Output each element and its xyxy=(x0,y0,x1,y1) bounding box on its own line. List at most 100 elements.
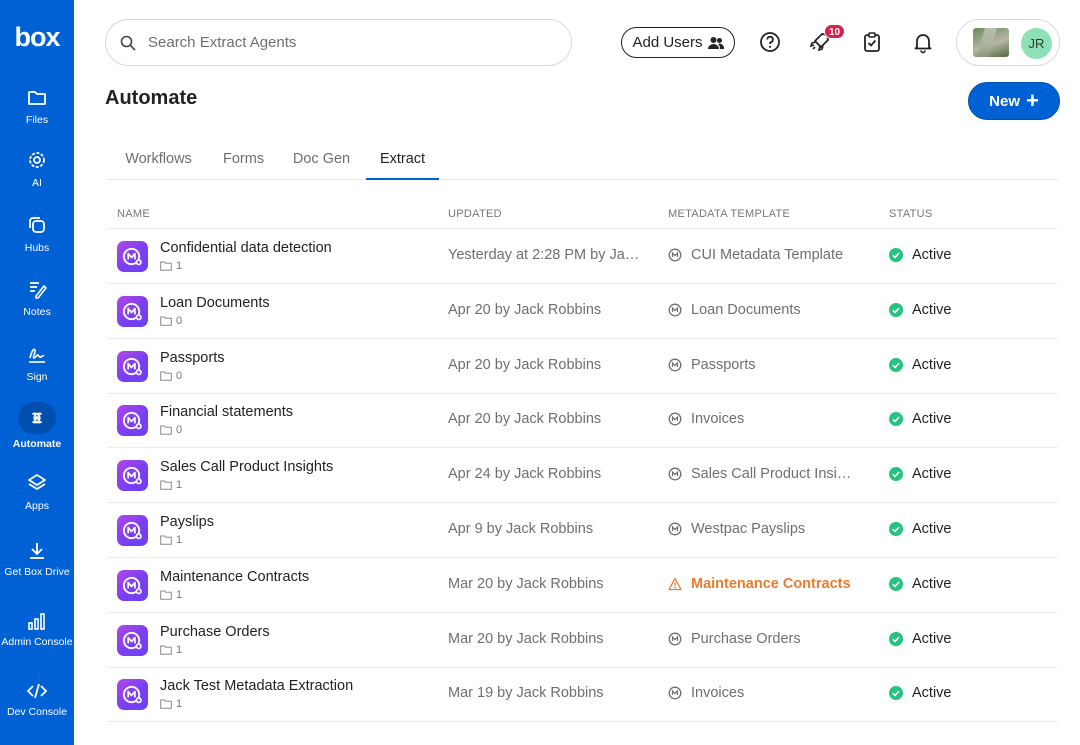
column-header-status[interactable]: STATUS xyxy=(889,208,933,220)
extract-agent-icon-tile xyxy=(117,515,148,546)
extract-agent-icon-tile xyxy=(117,624,148,656)
folder-icon xyxy=(160,480,172,490)
metadata-template[interactable]: Maintenance Contracts xyxy=(668,576,851,592)
apps-icon xyxy=(28,474,46,490)
add-users-label: Add Users xyxy=(632,34,703,51)
metadata-template: Passports xyxy=(668,357,755,373)
sidebar-item-automate[interactable]: Automate xyxy=(0,402,74,451)
metadata-template-name: Loan Documents xyxy=(691,301,801,318)
help-icon[interactable] xyxy=(758,30,782,54)
updated-text: Mar 20 by Jack Robbins xyxy=(448,575,604,592)
sidebar-item-label: AI xyxy=(32,177,42,189)
table-row[interactable]: Sales Call Product Insights 1 Apr 24 by Ja… xyxy=(107,448,1058,504)
add-users-button[interactable]: Add Users xyxy=(621,27,735,58)
tab-doc-gen[interactable]: Doc Gen xyxy=(292,140,351,180)
sidebar-item-sign[interactable]: Sign xyxy=(0,343,74,384)
extract-agent-icon-tile xyxy=(117,460,148,492)
sidebar-item-notes[interactable]: Notes xyxy=(0,278,74,319)
metadata-template-icon xyxy=(668,467,682,481)
sidebar-item-ai[interactable]: AI xyxy=(0,149,74,190)
folder-icon xyxy=(160,535,172,545)
agent-name[interactable]: Sales Call Product Insights xyxy=(160,459,333,475)
folder-icon xyxy=(160,261,172,271)
metadata-template-name: Invoices xyxy=(691,411,745,428)
table-row[interactable]: Purchase Orders 1 Mar 20 by Jack Robbins Pu… xyxy=(107,613,1058,668)
agent-name[interactable]: Confidential data detection xyxy=(160,240,332,256)
folder-count: 1 xyxy=(160,479,182,491)
metadata-template-name: CUI Metadata Template xyxy=(691,247,844,263)
search-input[interactable] xyxy=(148,34,528,51)
metadata-template-icon xyxy=(668,358,682,372)
agent-name[interactable]: Passports xyxy=(160,350,224,366)
metadata-template-icon xyxy=(668,412,682,426)
sidebar-item-label: Dev Console xyxy=(6,706,68,718)
sidebar-item-label: Files xyxy=(25,114,49,126)
table-row[interactable]: Confidential data detection 1 Yesterday at… xyxy=(107,229,1058,284)
agent-name[interactable]: Jack Test Metadata Extraction xyxy=(160,678,353,694)
tab-workflows[interactable]: Workflows xyxy=(122,140,195,180)
folder-count: 1 xyxy=(160,644,182,656)
folder-icon xyxy=(160,316,172,326)
extract-agent-icon xyxy=(122,247,142,266)
folder-count-value: 0 xyxy=(176,314,183,327)
sidebar-item-get-box-drive[interactable]: Get Box Drive xyxy=(0,540,74,579)
agent-name[interactable]: Payslips xyxy=(160,514,214,530)
sidebar-item-admin-console[interactable]: Admin Console xyxy=(0,610,74,649)
column-header-metadata-template[interactable]: METADATA TEMPLATE xyxy=(668,208,790,220)
extract-agent-icon xyxy=(122,467,142,485)
table-row[interactable]: Passports 0 Apr 20 by Jack Robbins Passport… xyxy=(107,339,1058,394)
table-row[interactable]: Financial statements 0 Apr 20 by Jack Robb… xyxy=(107,393,1058,449)
warning-icon xyxy=(668,577,682,590)
sidebar-item-files[interactable]: Files xyxy=(0,86,74,127)
folder-count: 1 xyxy=(160,698,182,710)
extract-agent-icon xyxy=(122,576,142,595)
plus-icon: + xyxy=(1025,88,1039,113)
sidebar-item-label: Hubs xyxy=(24,242,50,254)
metadata-template: Sales Call Product Insights xyxy=(668,466,859,482)
extract-agent-icon-tile xyxy=(117,679,148,711)
new-button[interactable]: New + xyxy=(968,82,1060,120)
table-row[interactable]: Loan Documents 0 Apr 20 by Jack Robbins Loa… xyxy=(107,284,1058,339)
tab-bar: Workflows Forms Doc Gen Extract xyxy=(107,140,1058,180)
updated-text: Apr 20 by Jack Robbins xyxy=(448,411,602,428)
agent-name[interactable]: Purchase Orders xyxy=(160,624,270,640)
box-logo[interactable]: box xyxy=(0,22,74,53)
account-menu[interactable]: JR xyxy=(956,19,1060,66)
sidebar-item-label: Get Box Drive xyxy=(4,566,70,578)
status-label: Active xyxy=(912,575,952,592)
agent-name[interactable]: Maintenance Contracts xyxy=(160,569,309,585)
updated-text: Mar 19 by Jack Robbins xyxy=(448,685,604,702)
search-bar[interactable] xyxy=(105,19,572,66)
metadata-template-icon xyxy=(668,686,682,700)
active-check-icon xyxy=(889,302,903,317)
table-row[interactable]: Jack Test Metadata Extraction 1 Mar 19 by … xyxy=(107,667,1058,723)
folder-count-value: 1 xyxy=(176,643,183,656)
tab-extract[interactable]: Extract xyxy=(366,140,439,180)
active-check-icon xyxy=(889,631,903,646)
tab-forms[interactable]: Forms xyxy=(223,140,264,180)
metadata-template: CUI Metadata Template xyxy=(668,247,843,263)
folder-count: 0 xyxy=(160,424,182,436)
table-row[interactable]: Payslips 1 Apr 9 by Jack Robbins Westpac Pa… xyxy=(107,503,1058,558)
agent-name[interactable]: Financial statements xyxy=(160,404,293,420)
table-row[interactable]: Maintenance Contracts 1 Mar 20 by Jack Rob… xyxy=(107,558,1058,613)
column-header-updated[interactable]: UPDATED xyxy=(448,208,502,220)
active-check-icon xyxy=(889,357,903,372)
sidebar-item-apps[interactable]: Apps xyxy=(0,472,74,513)
folder-count-value: 0 xyxy=(176,369,183,382)
bell-icon[interactable] xyxy=(911,30,935,54)
folder-icon xyxy=(160,590,172,600)
tasks-clipboard-icon[interactable] xyxy=(860,30,884,54)
extract-agent-icon-tile xyxy=(117,569,148,601)
folder-count-value: 1 xyxy=(176,588,183,601)
column-header-name[interactable]: NAME xyxy=(117,208,150,220)
folder-icon xyxy=(160,645,172,655)
sidebar-item-dev-console[interactable]: Dev Console xyxy=(0,680,74,719)
active-indicator xyxy=(18,402,56,434)
new-button-label: New xyxy=(989,92,1020,110)
agent-name[interactable]: Loan Documents xyxy=(160,295,270,311)
metadata-template-name: Passports xyxy=(691,356,756,373)
status: Active xyxy=(889,466,952,482)
sidebar-item-hubs[interactable]: Hubs xyxy=(0,214,74,255)
table-header: NAME UPDATED METADATA TEMPLATE STATUS xyxy=(107,200,1058,229)
